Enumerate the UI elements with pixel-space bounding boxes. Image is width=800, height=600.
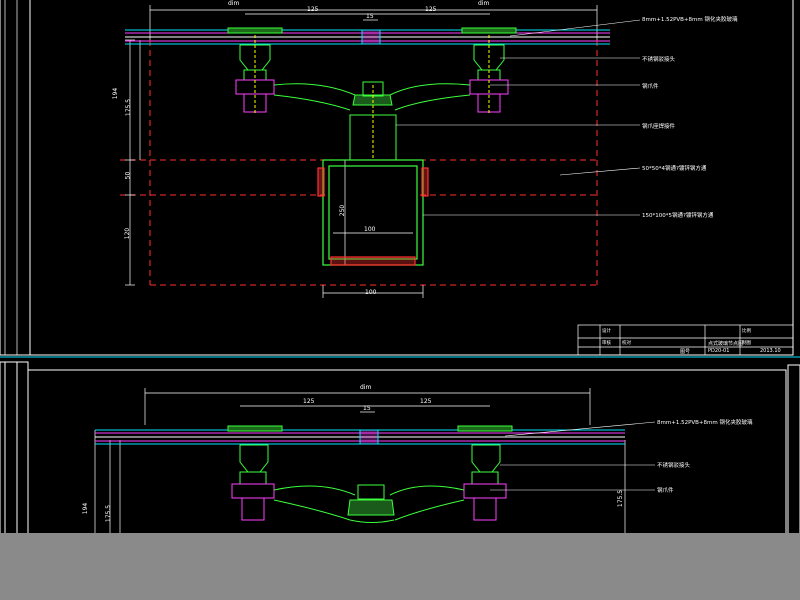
bottom-dimension-lines [94, 388, 626, 540]
callout-claw-top: 钢爪件 [642, 84, 659, 90]
callout-tube-small-top: 50*50*4钢通?镀锌钢方通 [642, 166, 707, 172]
dim-overall-right: dim [478, 0, 490, 7]
top-square-tube [317, 159, 429, 266]
top-left-strip [4, 0, 18, 355]
b-callout-connector: 不锈钢驳接头 [657, 463, 691, 469]
top-glass-panes [125, 29, 610, 45]
b-dim-right-half: 125 [420, 398, 432, 405]
title-code-label: 图号 [680, 349, 691, 355]
dim-vert-c: 50 [124, 171, 132, 180]
dim-tube-inner: 100 [364, 226, 376, 233]
title-row-draw: 制图 [742, 341, 751, 346]
cad-drawing-canvas: dim dim 125 125 15 194 175.5 50 120 250 … [0, 0, 800, 600]
dim-inner-vertical: 250 [339, 204, 347, 217]
dim-vert-d: 120 [124, 227, 132, 240]
callout-connector-top: 不锈钢驳接头 [642, 57, 676, 63]
top-center-post [349, 81, 397, 161]
title-drawing-name: 点式玻璃节点图 [708, 341, 744, 347]
b-dim-vert-right: 175.5 [617, 489, 625, 508]
b-dim-center-gap: 15 [363, 405, 371, 412]
b-dim-vert-b: 175.5 [105, 504, 113, 523]
title-row-review: 审核 [602, 341, 611, 346]
dim-vert-b: 175.5 [125, 98, 133, 117]
callout-bolt-seat-top: 钢爪座焊接件 [642, 124, 676, 130]
dim-vert-a: 194 [112, 87, 120, 100]
bottom-center-hub [347, 484, 395, 523]
gray-overlay-band [0, 533, 800, 600]
cad-drawing [0, 0, 800, 543]
title-date: 2013.10 [760, 348, 781, 354]
callout-tube-large-top: 150*100*5钢通?镀锌钢方通 [642, 213, 714, 219]
top-dimension-lines [125, 5, 598, 298]
top-sheet-frame [0, 0, 800, 358]
b-dim-vert-a: 194 [82, 502, 90, 515]
top-red-boundary [120, 40, 600, 286]
b-callout-claw: 钢爪件 [657, 488, 674, 494]
dim-center-gap: 15 [366, 13, 374, 20]
title-drawing-no: PD20-01 [708, 348, 730, 354]
title-row-check: 校对 [622, 341, 631, 346]
dim-tube-bottom: 100 [365, 289, 377, 296]
bottom-left-connector [227, 425, 356, 521]
callout-glass-top: 8mm+1.52PVB+8mm 钢化夹胶玻璃 [642, 17, 738, 23]
top-callout-leaders [396, 19, 641, 216]
dim-right-half: 125 [425, 6, 437, 13]
bottom-callout-leaders [490, 421, 656, 491]
title-row-design: 设计 [602, 329, 611, 334]
dim-left-half: 125 [307, 6, 319, 13]
b-dim-left-half: 125 [303, 398, 315, 405]
title-row-scale: 比例 [742, 329, 751, 334]
b-dim-overall: dim [360, 384, 372, 391]
dim-overall-left: dim [228, 0, 240, 7]
b-callout-glass: 8mm+1.52PVB+8mm 钢化夹胶玻璃 [657, 420, 753, 426]
bottom-right-connector [389, 425, 513, 521]
